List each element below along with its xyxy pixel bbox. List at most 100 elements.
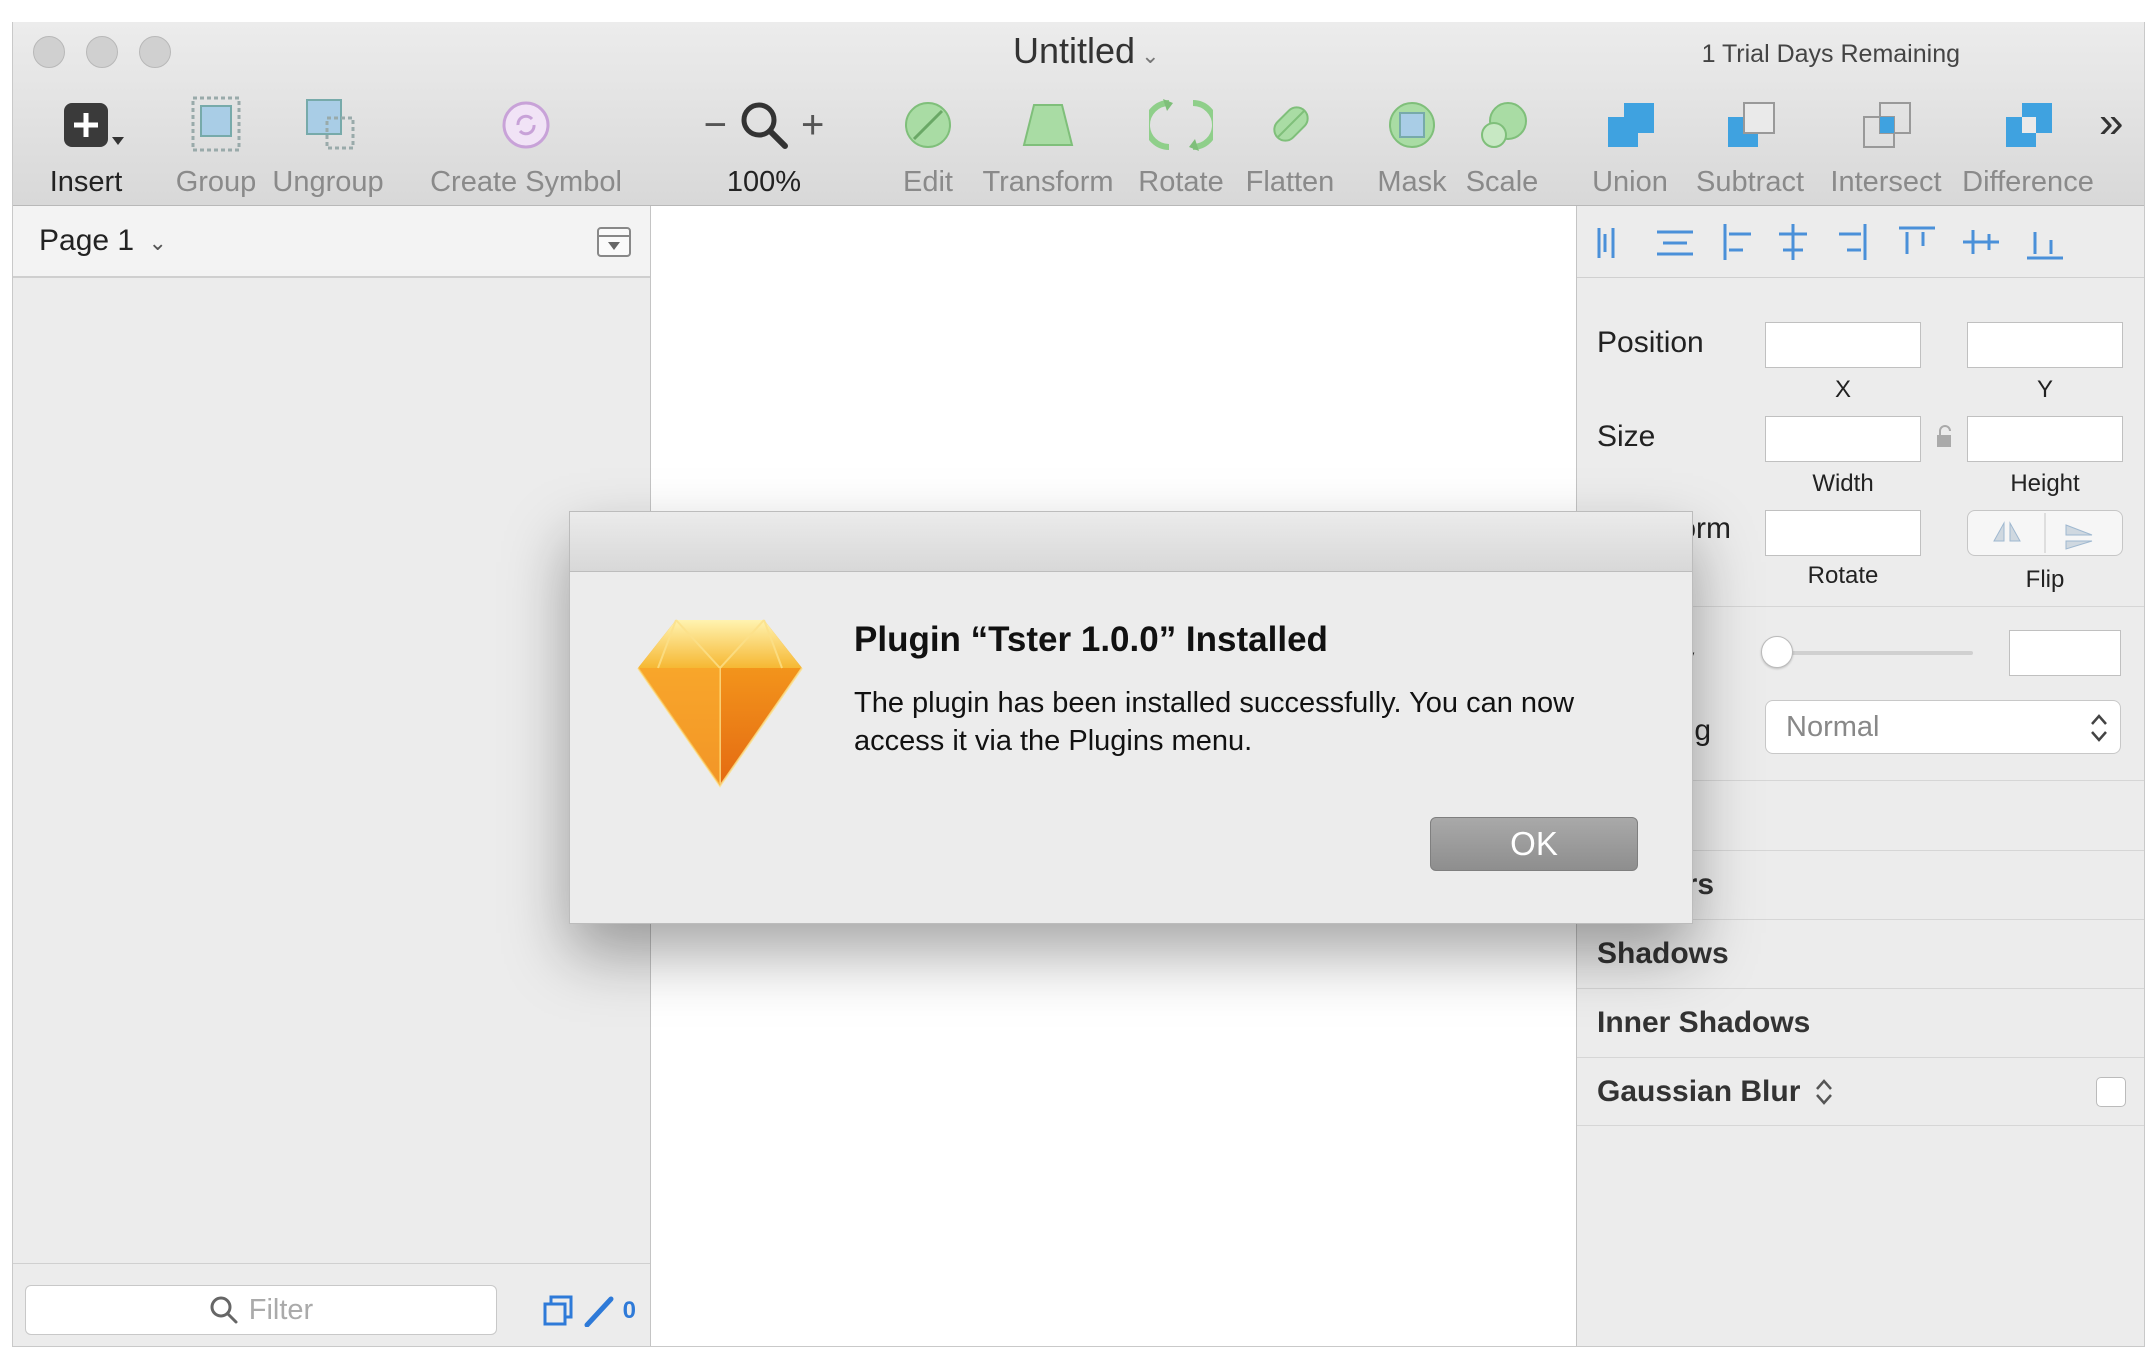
filter-placeholder: Filter [248, 1293, 314, 1326]
shadows-label: Shadows [1597, 937, 1729, 970]
transform-button[interactable]: Transform [973, 90, 1123, 199]
ungroup-label: Ungroup [272, 166, 384, 198]
height-field[interactable] [1967, 416, 2123, 462]
group-icon [191, 96, 241, 152]
align-top-icon [1899, 226, 1935, 254]
rotate-label: Rotate [1138, 166, 1224, 198]
zoom-control: − + 100% [679, 90, 849, 199]
page-selector[interactable]: Page 1 ⌄ [39, 224, 167, 258]
difference-icon [2006, 103, 2052, 147]
flip-horizontal-icon [1993, 521, 2021, 542]
opacity-field[interactable] [2009, 630, 2121, 676]
opacity-slider-knob[interactable] [1761, 636, 1793, 668]
edit-label: Edit [903, 166, 953, 198]
insert-label: Insert [49, 166, 123, 198]
width-field[interactable] [1765, 416, 1921, 462]
gaussian-blur-checkbox[interactable] [2096, 1076, 2126, 1107]
flip-control [1967, 510, 2123, 556]
insert-button[interactable]: Insert [31, 90, 141, 199]
page-selector-bar: Page 1 ⌄ [13, 206, 650, 278]
create-symbol-button[interactable]: Create Symbol [421, 90, 631, 199]
slices-filter-icon[interactable] [583, 1295, 615, 1327]
inner-shadows-section[interactable]: Inner Shadows [1577, 988, 2144, 1057]
toolbar: Untitled⌄ 1 Trial Days Remaining Insert [13, 22, 2144, 206]
collapse-pages-icon[interactable] [596, 226, 632, 260]
y-field[interactable] [1967, 322, 2123, 368]
trial-days-label: 1 Trial Days Remaining [1701, 40, 1960, 68]
edit-icon [905, 102, 951, 148]
layers-panel: Page 1 ⌄ Filter 0 [13, 206, 651, 1346]
page-name: Page 1 [39, 224, 135, 257]
intersect-label: Intersect [1830, 166, 1942, 198]
filter-input[interactable]: Filter [25, 1285, 497, 1335]
subtract-icon [1728, 102, 1775, 147]
intersect-button[interactable]: Intersect [1821, 90, 1951, 199]
lock-icon[interactable] [1934, 424, 1954, 450]
updown-chevron-icon[interactable] [1814, 1077, 1834, 1107]
zoom-in-button[interactable]: + [801, 103, 824, 148]
flatten-label: Flatten [1245, 166, 1335, 198]
mask-icon [1389, 102, 1435, 148]
intersect-icon [1863, 102, 1911, 148]
union-button[interactable]: Union [1585, 90, 1675, 199]
union-icon [1608, 103, 1654, 147]
ungroup-button[interactable]: Ungroup [263, 90, 393, 199]
blending-select[interactable]: Normal [1765, 700, 2121, 754]
width-label: Width [1812, 470, 1874, 497]
flip-icons [1993, 513, 2093, 553]
symbol-icon [502, 101, 550, 149]
y-label: Y [2036, 376, 2053, 403]
layer-counts: 0 [543, 1295, 636, 1327]
distribute-horizontal-icon [1597, 228, 1615, 258]
inner-shadows-label: Inner Shadows [1597, 1006, 1811, 1039]
flatten-button[interactable]: Flatten [1235, 90, 1345, 199]
symbols-filter-icon[interactable] [543, 1295, 575, 1327]
shadows-section[interactable]: Shadows [1577, 919, 2144, 988]
scale-button[interactable]: Scale [1457, 90, 1547, 199]
align-center-icon [1779, 224, 1807, 260]
subtract-button[interactable]: Subtract [1685, 90, 1815, 199]
edit-button[interactable]: Edit [883, 90, 973, 199]
x-field[interactable] [1765, 322, 1921, 368]
mask-label: Mask [1377, 166, 1447, 198]
close-window-button[interactable] [33, 36, 65, 68]
height-label: Height [2010, 470, 2080, 497]
ok-button[interactable]: OK [1430, 817, 1638, 871]
subtract-label: Subtract [1696, 166, 1804, 198]
rotate-label: Rotate [1807, 562, 1879, 589]
flip-label: Flip [2025, 566, 2065, 593]
group-button[interactable]: Group [161, 90, 271, 199]
window-title[interactable]: Untitled ⌄ [1013, 30, 1160, 72]
chevron-down-icon: ⌄ [148, 230, 167, 255]
opacity-slider-track[interactable] [1773, 651, 1973, 655]
minimize-window-button[interactable] [86, 36, 118, 68]
difference-button[interactable]: Difference [1953, 90, 2103, 199]
transform-label: Transform [982, 166, 1114, 198]
scale-icon [1481, 102, 1527, 148]
flatten-icon [1273, 106, 1309, 142]
magnifier-icon [741, 102, 788, 149]
gaussian-blur-section[interactable]: Gaussian Blur [1577, 1057, 2144, 1126]
gaussian-blur-label: Gaussian Blur [1597, 1074, 1801, 1108]
alignment-icons [1597, 224, 2063, 260]
zoom-out-button[interactable]: − [704, 103, 727, 148]
blending-value: Normal [1786, 710, 1880, 743]
mask-button[interactable]: Mask [1367, 90, 1457, 199]
create-symbol-label: Create Symbol [430, 166, 622, 198]
rotate-button[interactable]: Rotate [1131, 90, 1231, 199]
toolbar-overflow-button[interactable]: » [2099, 98, 2123, 148]
group-label: Group [175, 166, 257, 198]
layers-footer: Filter 0 [13, 1263, 650, 1346]
updown-chevron-icon [2091, 714, 2107, 742]
sketch-window: Untitled⌄ 1 Trial Days Remaining Insert [12, 22, 2145, 1347]
union-label: Union [1592, 166, 1668, 198]
transform-icon [1022, 104, 1074, 146]
size-label: Size [1597, 420, 1656, 453]
search-icon [210, 1296, 238, 1324]
zoom-window-button[interactable] [139, 36, 171, 68]
insert-plus-icon [64, 103, 124, 147]
rotate-field[interactable] [1765, 510, 1921, 556]
rotate-icon [1149, 99, 1213, 151]
zoom-level[interactable]: 100% [679, 166, 849, 199]
flip-vertical-icon [2065, 524, 2093, 550]
